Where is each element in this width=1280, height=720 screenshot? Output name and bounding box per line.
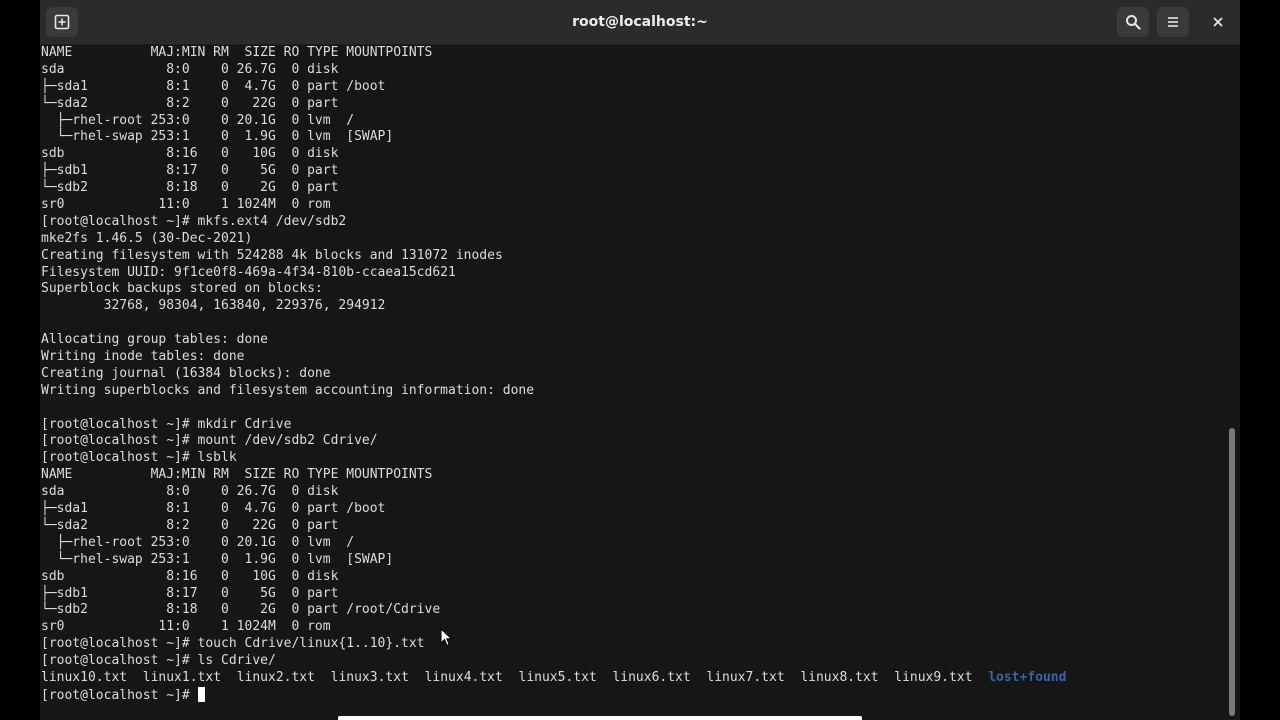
ls-directory-entry: lost+found (988, 669, 1067, 685)
search-icon (1126, 15, 1141, 30)
search-button[interactable] (1117, 7, 1149, 37)
terminal-line: NAME MAJ:MIN RM SIZE RO TYPE MOUNTPOINTS (41, 467, 433, 483)
ls-file-entry: linux3.txt (330, 669, 409, 685)
terminal-line: Creating journal (16384 blocks): done (41, 365, 331, 381)
ls-file-entry: linux8.txt (800, 669, 879, 685)
vertical-scrollbar[interactable] (1229, 428, 1235, 716)
close-button[interactable] (1202, 7, 1234, 37)
titlebar: root@localhost:~ (40, 0, 1240, 45)
terminal-line: 32768, 98304, 163840, 229376, 294912 (41, 298, 386, 314)
ls-output-line: linux10.txt linux1.txt linux2.txt linux3… (41, 670, 1227, 687)
terminal-line: Writing superblocks and filesystem accou… (41, 382, 535, 398)
terminal-line: └─sda2 8:2 0 22G 0 part (41, 517, 339, 533)
shell-prompt: [root@localhost ~]# (41, 687, 198, 703)
terminal-line: sdb 8:16 0 10G 0 disk (41, 568, 339, 584)
terminal-line: ├─sdb1 8:17 0 5G 0 part (41, 585, 339, 601)
menu-button[interactable] (1157, 7, 1189, 37)
terminal-line: sr0 11:0 1 1024M 0 rom (41, 619, 331, 635)
terminal-line: └─rhel-swap 253:1 0 1.9G 0 lvm [SWAP] (41, 129, 394, 145)
terminal-line: ├─rhel-root 253:0 0 20.1G 0 lvm / (41, 112, 355, 128)
terminal-line: Writing inode tables: done (41, 349, 245, 365)
terminal-line: sdb 8:16 0 10G 0 disk (41, 146, 339, 162)
ls-file-entry: linux6.txt (612, 669, 691, 685)
terminal-line: sr0 11:0 1 1024M 0 rom (41, 197, 331, 213)
close-icon (1213, 17, 1223, 27)
terminal-line: sda 8:0 0 26.7G 0 disk (41, 61, 339, 77)
ls-file-entry: linux2.txt (236, 669, 315, 685)
ls-file-entry: linux9.txt (894, 669, 973, 685)
terminal-line: └─sdb2 8:18 0 2G 0 part (41, 180, 339, 196)
terminal-output[interactable]: NAME MAJ:MIN RM SIZE RO TYPE MOUNTPOINTS… (41, 45, 1227, 715)
terminal-window: root@localhost:~ NAME MAJ:MIN RM SIZE RO… (40, 0, 1240, 720)
terminal-line: [root@localhost ~]# mkdir Cdrive (41, 416, 292, 432)
new-tab-icon (54, 14, 70, 30)
terminal-line: Creating filesystem with 524288 4k block… (41, 247, 503, 263)
text-cursor (197, 686, 205, 702)
ls-file-entry: linux10.txt (41, 669, 128, 685)
mouse-pointer-icon (440, 628, 453, 647)
terminal-line: └─sdb2 8:18 0 2G 0 part /root/Cdrive (41, 602, 441, 618)
hamburger-menu-icon (1168, 17, 1178, 27)
terminal-line: [root@localhost ~]# ls Cdrive/ (41, 653, 276, 669)
terminal-line: └─rhel-swap 253:1 0 1.9G 0 lvm [SWAP] (41, 551, 394, 567)
terminal-line: ├─rhel-root 253:0 0 20.1G 0 lvm / (41, 534, 355, 550)
ls-file-entry: linux4.txt (424, 669, 503, 685)
terminal-line: Filesystem UUID: 9f1ce0f8-469a-4f34-810b… (41, 264, 456, 280)
terminal-line: [root@localhost ~]# lsblk (41, 450, 237, 466)
terminal-line: ├─sda1 8:1 0 4.7G 0 part /boot (41, 78, 386, 94)
terminal-line: Allocating group tables: done (41, 332, 268, 348)
terminal-line: [root@localhost ~]# mount /dev/sdb2 Cdri… (41, 433, 378, 449)
terminal-line: └─sda2 8:2 0 22G 0 part (41, 95, 339, 111)
terminal-line: ├─sdb1 8:17 0 5G 0 part (41, 163, 339, 179)
new-tab-button[interactable] (46, 7, 78, 37)
ls-file-entry: linux5.txt (518, 669, 597, 685)
ls-file-entry: linux1.txt (142, 669, 222, 685)
window-title: root@localhost:~ (572, 14, 708, 30)
terminal-line: Superblock backups stored on blocks: (41, 281, 323, 297)
ls-file-entry: linux7.txt (706, 669, 785, 685)
terminal-line: sda 8:0 0 26.7G 0 disk (41, 484, 339, 500)
terminal-line: [root@localhost ~]# touch Cdrive/linux{1… (41, 636, 425, 652)
prompt-line[interactable]: [root@localhost ~]# (41, 686, 1227, 704)
terminal-line: mke2fs 1.46.5 (30-Dec-2021) (41, 230, 253, 246)
bottom-notification-bar (338, 716, 862, 720)
terminal-line: ├─sda1 8:1 0 4.7G 0 part /boot (41, 501, 386, 517)
terminal-line: [root@localhost ~]# mkfs.ext4 /dev/sdb2 (41, 213, 347, 229)
terminal-line: NAME MAJ:MIN RM SIZE RO TYPE MOUNTPOINTS (41, 45, 433, 60)
